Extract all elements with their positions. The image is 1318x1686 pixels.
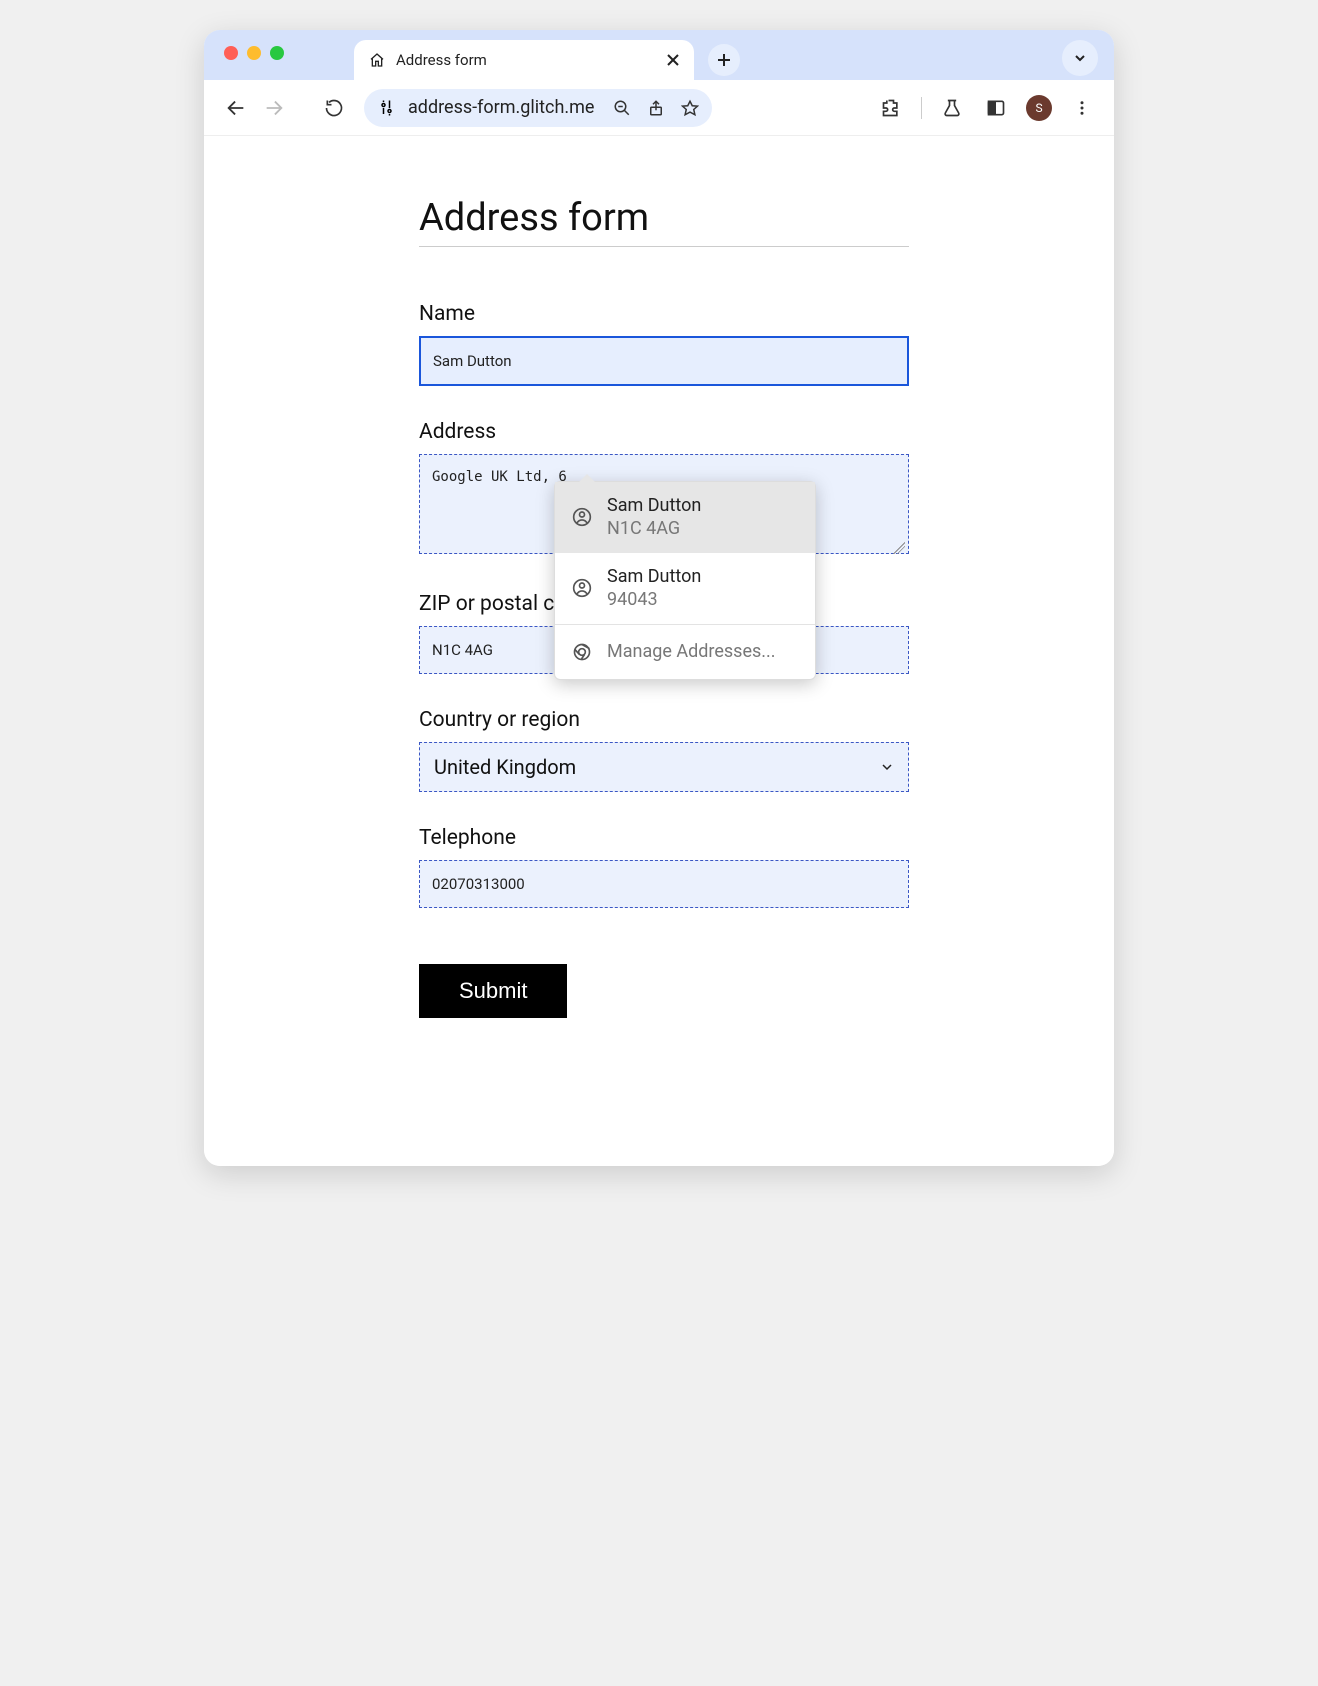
side-panel-icon[interactable]: [982, 94, 1010, 122]
label-name: Name: [419, 302, 909, 326]
kebab-menu-icon[interactable]: [1068, 94, 1096, 122]
autofill-sub: N1C 4AG: [607, 517, 701, 540]
field-country: Country or region United Kingdom: [419, 708, 909, 792]
minimize-window-button[interactable]: [247, 46, 261, 60]
autofill-option[interactable]: Sam Dutton 94043: [555, 553, 815, 624]
autofill-dropdown: Sam Dutton N1C 4AG Sam Dutton 94043 Mana…: [554, 481, 816, 680]
reload-button[interactable]: [320, 94, 348, 122]
page-title: Address form: [419, 196, 909, 247]
person-icon: [571, 506, 593, 528]
label-telephone: Telephone: [419, 826, 909, 850]
autofill-option[interactable]: Sam Dutton N1C 4AG: [555, 482, 815, 553]
resize-handle-icon[interactable]: [893, 542, 905, 554]
chrome-icon: [571, 641, 593, 663]
new-tab-button[interactable]: [708, 44, 740, 76]
toolbar: address-form.glitch.me S: [204, 80, 1114, 136]
close-window-button[interactable]: [224, 46, 238, 60]
manage-addresses-button[interactable]: Manage Addresses...: [555, 625, 815, 679]
browser-window: Address form address-form.glitch.me: [204, 30, 1114, 1166]
forward-button[interactable]: [260, 94, 288, 122]
labs-icon[interactable]: [938, 94, 966, 122]
label-country: Country or region: [419, 708, 909, 732]
autofill-sub: 94043: [607, 588, 701, 611]
field-name: Name: [419, 302, 909, 386]
bookmark-star-icon[interactable]: [678, 96, 702, 120]
label-address: Address: [419, 420, 909, 444]
telephone-input[interactable]: [419, 860, 909, 908]
avatar-letter: S: [1035, 101, 1042, 115]
window-controls: [224, 46, 284, 60]
extensions-icon[interactable]: [877, 94, 905, 122]
back-button[interactable]: [222, 94, 250, 122]
autofill-name: Sam Dutton: [607, 565, 701, 588]
name-input[interactable]: [419, 336, 909, 386]
url-text: address-form.glitch.me: [408, 97, 594, 118]
country-select[interactable]: United Kingdom: [419, 742, 909, 792]
page-content: Address form Name Address ZIP or postal …: [204, 136, 1114, 1166]
zoom-icon[interactable]: [610, 96, 634, 120]
tab-favicon-icon: [368, 51, 386, 69]
browser-tab[interactable]: Address form: [354, 40, 694, 80]
site-settings-icon[interactable]: [378, 98, 398, 118]
titlebar: Address form: [204, 30, 1114, 80]
manage-addresses-label: Manage Addresses...: [607, 641, 776, 662]
close-tab-icon[interactable]: [666, 53, 680, 67]
field-telephone: Telephone: [419, 826, 909, 908]
tabs-dropdown-button[interactable]: [1062, 40, 1098, 76]
toolbar-separator: [921, 97, 922, 119]
autofill-name: Sam Dutton: [607, 494, 701, 517]
share-icon[interactable]: [644, 96, 668, 120]
submit-button[interactable]: Submit: [419, 964, 567, 1018]
profile-avatar[interactable]: S: [1026, 95, 1052, 121]
maximize-window-button[interactable]: [270, 46, 284, 60]
tab-title: Address form: [396, 51, 656, 69]
address-bar[interactable]: address-form.glitch.me: [364, 89, 712, 127]
person-icon: [571, 577, 593, 599]
